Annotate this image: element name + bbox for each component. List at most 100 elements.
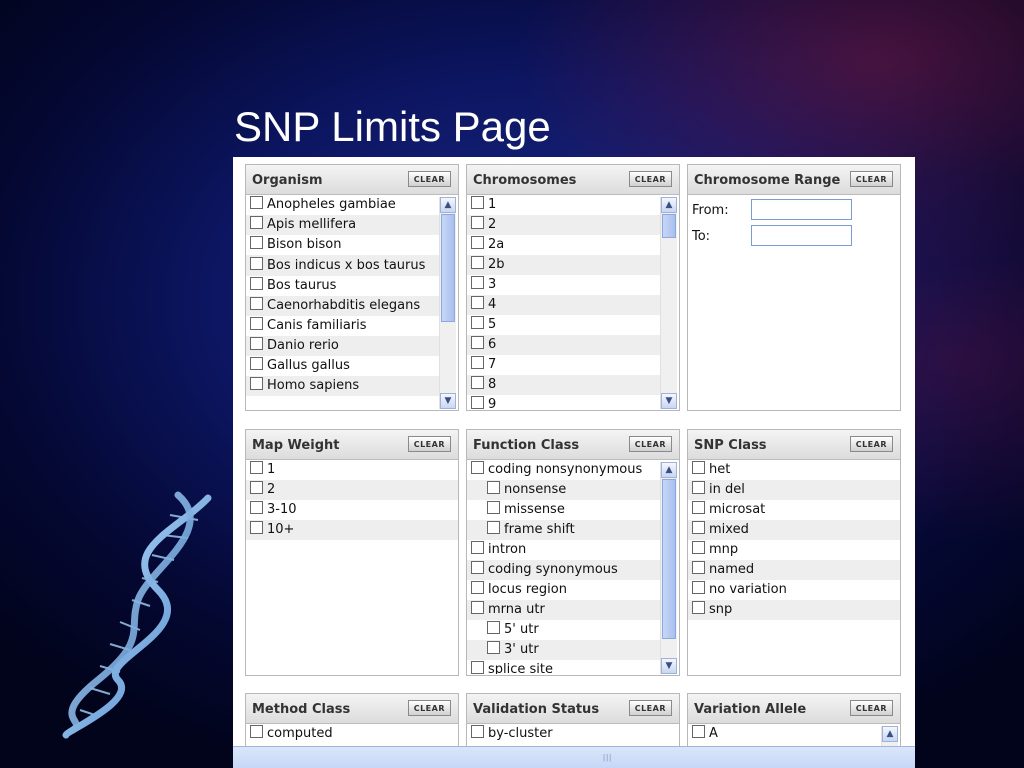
list-item-chromosome[interactable]: 5 [467, 315, 660, 335]
checkbox[interactable] [250, 501, 263, 514]
map-weight-clear-button[interactable]: CLEAR [407, 436, 451, 452]
checkbox[interactable] [471, 236, 484, 249]
list-item-map-weight[interactable]: 3-10 [246, 500, 458, 520]
scroll-thumb[interactable] [441, 214, 455, 322]
list-item-function-class[interactable]: nonsense [467, 480, 660, 500]
list-item-snp-class[interactable]: mixed [688, 520, 900, 540]
list-item-snp-class[interactable]: in del [688, 480, 900, 500]
list-item-chromosome[interactable]: 9 [467, 395, 660, 409]
scroll-grip-icon[interactable]: ||| [603, 753, 612, 762]
list-item-snp-class[interactable]: named [688, 560, 900, 580]
function-class-scrollbar[interactable]: ▲ ▼ [660, 462, 677, 674]
list-item-organism[interactable]: Canis familiaris [246, 316, 439, 336]
to-input[interactable] [751, 225, 852, 246]
checkbox[interactable] [471, 461, 484, 474]
checkbox[interactable] [250, 216, 263, 229]
horizontal-scrollbar[interactable]: ||| [233, 746, 915, 768]
list-item-snp-class[interactable]: microsat [688, 500, 900, 520]
checkbox[interactable] [250, 481, 263, 494]
variation-allele-clear-button[interactable]: CLEAR [849, 700, 893, 716]
list-item-organism[interactable]: Bos taurus [246, 276, 439, 296]
list-item-organism[interactable]: Apis mellifera [246, 215, 439, 235]
list-item-snp-class[interactable]: no variation [688, 580, 900, 600]
checkbox[interactable] [692, 541, 705, 554]
checkbox[interactable] [250, 297, 263, 310]
scroll-thumb[interactable] [662, 214, 676, 238]
checkbox[interactable] [487, 521, 500, 534]
checkbox[interactable] [250, 317, 263, 330]
checkbox[interactable] [471, 196, 484, 209]
list-item-chromosome[interactable]: 2b [467, 255, 660, 275]
list-item-chromosome[interactable]: 6 [467, 335, 660, 355]
checkbox[interactable] [692, 481, 705, 494]
list-item-organism[interactable]: Bos indicus x bos taurus [246, 255, 439, 276]
list-item-function-class[interactable]: splice site [467, 660, 660, 674]
list-item-function-class[interactable]: coding synonymous [467, 560, 660, 580]
scroll-up-icon[interactable]: ▲ [661, 197, 677, 213]
scroll-thumb[interactable] [662, 479, 676, 639]
list-item-function-class[interactable]: coding nonsynonymous [467, 460, 660, 480]
checkbox[interactable] [250, 337, 263, 350]
list-item-organism[interactable]: Danio rerio [246, 336, 439, 356]
from-input[interactable] [751, 199, 852, 220]
chromosome-range-clear-button[interactable]: CLEAR [849, 171, 893, 187]
scroll-down-icon[interactable]: ▼ [440, 393, 456, 409]
organism-clear-button[interactable]: CLEAR [407, 171, 451, 187]
checkbox[interactable] [692, 601, 705, 614]
checkbox[interactable] [471, 276, 484, 289]
checkbox[interactable] [471, 661, 484, 674]
organism-scrollbar[interactable]: ▲ ▼ [439, 197, 456, 409]
checkbox[interactable] [471, 356, 484, 369]
list-item-chromosome[interactable]: 3 [467, 275, 660, 295]
checkbox[interactable] [487, 501, 500, 514]
checkbox[interactable] [471, 581, 484, 594]
checkbox[interactable] [250, 377, 263, 390]
method-class-clear-button[interactable]: CLEAR [407, 700, 451, 716]
list-item-function-class[interactable]: 5' utr [467, 620, 660, 640]
list-item-function-class[interactable]: intron [467, 540, 660, 560]
checkbox[interactable] [250, 236, 263, 249]
checkbox[interactable] [692, 561, 705, 574]
snp-class-clear-button[interactable]: CLEAR [849, 436, 893, 452]
checkbox[interactable] [250, 257, 263, 270]
checkbox[interactable] [471, 541, 484, 554]
checkbox[interactable] [250, 461, 263, 474]
list-item-function-class[interactable]: mrna utr [467, 600, 660, 620]
checkbox[interactable] [471, 336, 484, 349]
list-item-method-class[interactable]: computed [246, 724, 458, 744]
list-item-organism[interactable]: Caenorhabditis elegans [246, 296, 439, 316]
checkbox[interactable] [471, 316, 484, 329]
checkbox[interactable] [471, 216, 484, 229]
checkbox[interactable] [471, 396, 484, 409]
checkbox[interactable] [250, 521, 263, 534]
list-item-organism[interactable]: Anopheles gambiae [246, 195, 439, 215]
list-item-chromosome[interactable]: 7 [467, 355, 660, 375]
checkbox[interactable] [692, 581, 705, 594]
list-item-map-weight[interactable]: 1 [246, 460, 458, 480]
list-item-organism[interactable]: Homo sapiens [246, 376, 439, 396]
validation-status-clear-button[interactable]: CLEAR [628, 700, 672, 716]
checkbox[interactable] [471, 725, 484, 738]
list-item-chromosome[interactable]: 1 [467, 195, 660, 215]
scroll-up-icon[interactable]: ▲ [882, 726, 898, 742]
list-item-function-class[interactable]: missense [467, 500, 660, 520]
checkbox[interactable] [487, 481, 500, 494]
checkbox[interactable] [471, 256, 484, 269]
list-item-map-weight[interactable]: 2 [246, 480, 458, 500]
checkbox[interactable] [692, 501, 705, 514]
checkbox[interactable] [471, 601, 484, 614]
checkbox[interactable] [692, 461, 705, 474]
list-item-map-weight[interactable]: 10+ [246, 520, 458, 540]
list-item-function-class[interactable]: locus region [467, 580, 660, 600]
function-class-clear-button[interactable]: CLEAR [628, 436, 672, 452]
list-item-organism[interactable]: Bison bison [246, 235, 439, 255]
checkbox[interactable] [487, 621, 500, 634]
checkbox[interactable] [250, 196, 263, 209]
list-item-chromosome[interactable]: 4 [467, 295, 660, 315]
chromosomes-scrollbar[interactable]: ▲ ▼ [660, 197, 677, 409]
list-item-function-class[interactable]: 3' utr [467, 640, 660, 660]
list-item-function-class[interactable]: frame shift [467, 520, 660, 540]
list-item-snp-class[interactable]: het [688, 460, 900, 480]
chromosomes-clear-button[interactable]: CLEAR [628, 171, 672, 187]
checkbox[interactable] [471, 296, 484, 309]
